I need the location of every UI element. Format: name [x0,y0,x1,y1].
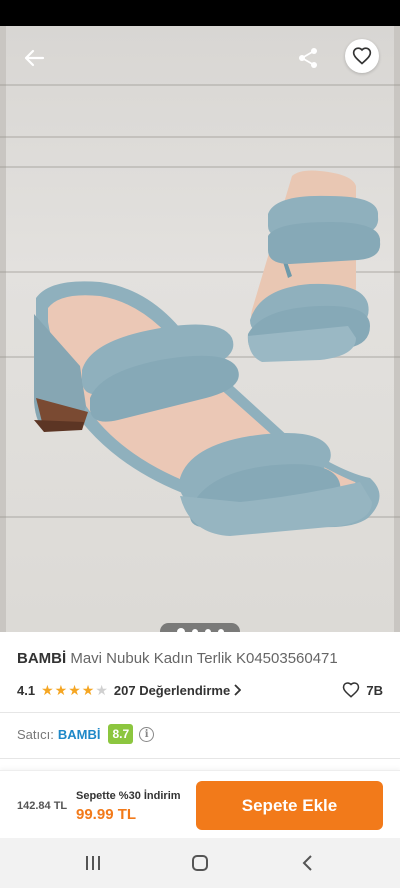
reviews-link[interactable]: 207 Değerlendirme [113,682,242,698]
brand-name[interactable]: BAMBİ [17,650,66,667]
info-icon[interactable]: i [139,726,155,742]
recent-apps-icon [86,856,101,870]
chevron-left-icon [302,855,312,871]
home-button[interactable] [180,843,220,883]
system-navigation-bar [0,838,400,888]
status-bar [0,0,400,26]
product-title: BAMBİ Mavi Nubuk Kadın Terlik K045035604… [17,650,387,668]
heart-outline-icon [352,47,372,65]
star-filled-icon: ★ [81,682,95,698]
product-name: Mavi Nubuk Kadın Terlik K04503560471 [70,650,338,667]
seller-row: Satıcı: BAMBİ 8.7 i [17,723,155,745]
favorite-button[interactable] [345,39,379,73]
like-button[interactable]: 7B [342,681,383,699]
system-back-button[interactable] [287,843,327,883]
product-image [34,170,381,536]
like-count: 7B [366,682,383,698]
divider [0,712,400,713]
image-pagination-dots[interactable] [160,623,240,632]
star-filled-icon: ★ [41,682,54,698]
rating-stars: ★ ★ ★ ★ ★ [41,683,108,697]
arrow-left-icon [24,49,45,67]
new-price: 99.99 TL [76,806,137,823]
purchase-bar: 142.84 TL Sepette %30 İndirim 99.99 TL S… [0,770,400,838]
star-filled-icon: ★ [54,682,68,698]
promo-text: Sepette %30 İndirim [76,790,181,802]
seller-label: Satıcı: [17,726,54,742]
chevron-right-icon [234,684,242,696]
back-button[interactable] [16,40,52,76]
sandal-back [247,170,381,362]
heart-outline-icon [343,682,360,698]
seller-name-link[interactable]: BAMBİ [58,727,101,742]
star-empty-icon: ★ [95,682,108,698]
seller-score-badge: 8.7 [108,724,134,744]
review-count: 207 Değerlendirme [113,682,231,698]
add-to-cart-button[interactable]: Sepete Ekle [196,781,383,830]
rating-score: 4.1 [17,682,36,698]
old-price: 142.84 TL [17,800,68,812]
star-filled-icon: ★ [68,682,81,698]
product-image-gallery[interactable] [0,26,400,632]
rating-row: 4.1 ★ ★ ★ ★ ★ 207 Değerlendirme 7B [17,681,383,699]
home-icon [191,855,208,871]
pagination-dot[interactable] [191,628,198,632]
divider [0,758,400,759]
recent-apps-button[interactable] [73,843,113,883]
share-icon [299,48,317,68]
pagination-dot[interactable] [204,628,211,632]
pagination-dot[interactable] [176,627,185,632]
pagination-dot[interactable] [217,628,224,632]
share-button[interactable] [290,40,326,76]
